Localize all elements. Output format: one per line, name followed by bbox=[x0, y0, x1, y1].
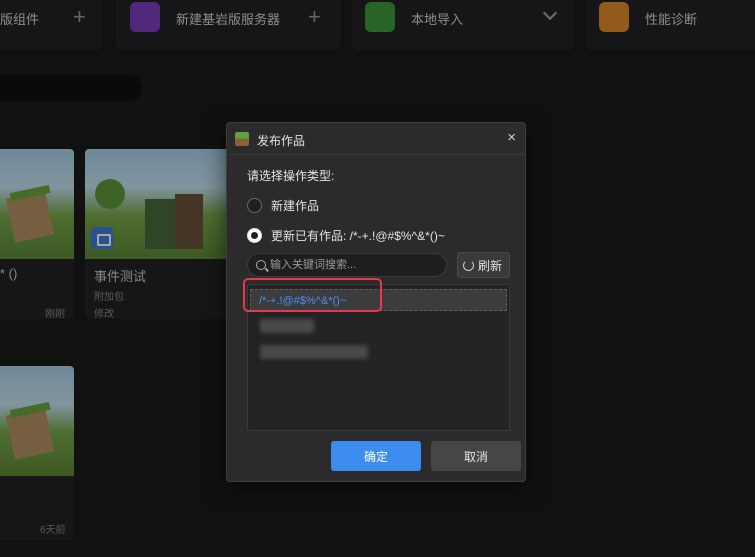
operation-type-prompt: 请选择操作类型: bbox=[247, 169, 335, 183]
keyword-search-box[interactable] bbox=[247, 253, 447, 277]
dialog-header: 发布作品 × bbox=[227, 123, 525, 155]
close-icon[interactable]: × bbox=[507, 129, 516, 146]
radio-option-new[interactable]: 新建作品 bbox=[247, 196, 319, 214]
radio-label-update: 更新已有作品: /*-+.!@#$%^&*()~ bbox=[271, 228, 445, 243]
list-item[interactable] bbox=[250, 315, 507, 337]
radio-option-update[interactable]: 更新已有作品: /*-+.!@#$%^&*()~ bbox=[247, 226, 445, 244]
search-input[interactable] bbox=[270, 257, 440, 273]
dialog-title: 发布作品 bbox=[257, 134, 306, 148]
redacted-text bbox=[260, 319, 314, 333]
radio-button-new[interactable] bbox=[247, 197, 262, 213]
search-icon bbox=[256, 260, 266, 270]
refresh-button[interactable]: 刷新 bbox=[457, 252, 510, 278]
cancel-button[interactable]: 取消 bbox=[431, 441, 521, 471]
radio-button-update[interactable] bbox=[247, 227, 262, 243]
redacted-text bbox=[260, 345, 368, 359]
refresh-label: 刷新 bbox=[478, 258, 503, 273]
list-item[interactable] bbox=[250, 341, 507, 363]
radio-label-new: 新建作品 bbox=[271, 198, 320, 213]
selection-highlight-box bbox=[243, 278, 382, 312]
confirm-button[interactable]: 确定 bbox=[331, 441, 421, 471]
minecraft-logo-icon bbox=[235, 132, 249, 146]
refresh-icon bbox=[463, 259, 474, 271]
